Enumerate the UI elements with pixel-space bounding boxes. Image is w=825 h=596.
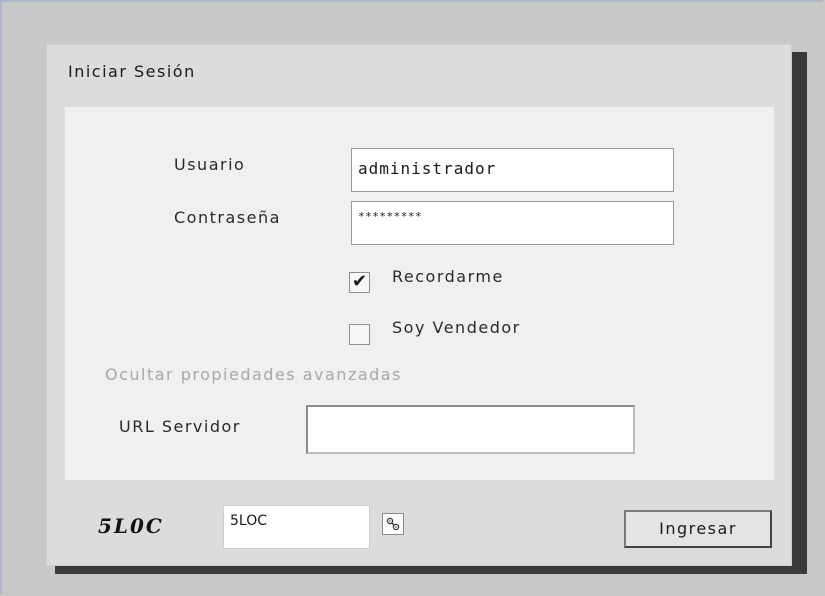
seller-label[interactable]: Soy Vendedor [392,318,521,337]
seller-checkbox[interactable] [349,324,370,345]
link-gear-icon [386,517,400,531]
username-label: Usuario [174,155,246,174]
server-url-input[interactable] [306,405,635,454]
username-input[interactable]: administrador [351,148,674,192]
login-dialog: Iniciar Sesión Usuario administrador Con… [46,44,792,566]
remember-checkbox[interactable]: ✔ [349,272,370,293]
remember-label[interactable]: Recordarme [392,267,504,286]
login-button[interactable]: Ingresar [624,510,772,548]
screen: { "dialog": { "title": "Iniciar Sesión" … [0,0,825,596]
password-input[interactable]: ********* [351,201,674,245]
checkmark-icon: ✔ [352,271,368,292]
brand-logo: 5L0C [98,514,164,538]
toggle-advanced-link[interactable]: Ocultar propiedades avanzadas [105,365,402,384]
instance-input[interactable]: 5LOC [223,505,370,549]
dialog-title: Iniciar Sesión [68,62,196,81]
password-label: Contraseña [174,208,281,227]
settings-button[interactable] [382,513,404,535]
server-url-label: URL Servidor [119,417,241,436]
login-form-panel: Usuario administrador Contraseña *******… [65,107,774,480]
